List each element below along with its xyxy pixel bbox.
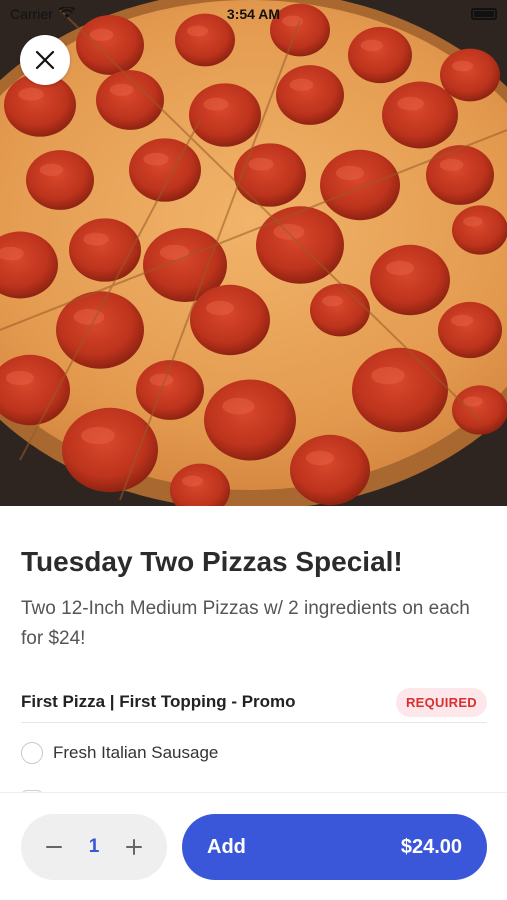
pepperoni-slice [382, 81, 458, 149]
battery-icon [471, 8, 497, 20]
pepperoni-slice [352, 347, 448, 433]
pepperoni-highlight [360, 39, 384, 52]
option-label: Fresh Italian Sausage [53, 743, 219, 762]
pepperoni-highlight [143, 152, 169, 166]
carrier-info: Carrier [10, 5, 76, 22]
pepperoni-highlight [397, 96, 424, 111]
status-bar: Carrier 3:54 AM [0, 0, 507, 28]
decrement-button[interactable] [43, 836, 65, 858]
pepperoni-highlight [306, 450, 334, 466]
section-divider [21, 722, 487, 723]
pizza-illustration [0, 0, 507, 506]
wifi-icon [58, 5, 76, 22]
pepperoni-slice [234, 143, 306, 207]
pepperoni-slice [370, 244, 450, 316]
item-title: Tuesday Two Pizzas Special! [21, 546, 403, 577]
pepperoni-highlight [371, 366, 405, 385]
pepperoni-slice [290, 434, 370, 506]
pepperoni-highlight [289, 78, 314, 91]
required-badge: REQUIRED [395, 687, 487, 717]
pepperoni-slice [438, 301, 502, 359]
pepperoni-highlight [206, 300, 234, 316]
pepperoni-slice [452, 385, 507, 435]
bottom-action-bar: 1 Add $24.00 [0, 792, 507, 900]
pepperoni-slice [426, 145, 494, 205]
close-button[interactable] [20, 35, 70, 85]
pepperoni-highlight [81, 426, 115, 445]
pepperoni-highlight [463, 216, 483, 227]
minus-icon [46, 846, 62, 848]
pepperoni-slice [62, 407, 158, 493]
pepperoni-slice [189, 83, 261, 147]
pepperoni-highlight [222, 397, 255, 415]
pepperoni-slice [190, 284, 270, 356]
pepperoni-highlight [273, 223, 305, 240]
pepperoni-highlight [149, 373, 174, 386]
pepperoni-highlight [182, 475, 203, 487]
pepperoni-highlight [6, 370, 34, 386]
add-button-price: $24.00 [400, 835, 462, 858]
pepperoni-highlight [39, 163, 64, 176]
pepperoni-highlight [450, 314, 474, 327]
item-description: Two 12-Inch Medium Pizzas w/ 2 ingredien… [21, 598, 470, 649]
pepperoni-highlight [439, 158, 464, 171]
pepperoni-slice [204, 379, 296, 461]
pepperoni-slice [129, 138, 201, 202]
pepperoni-highlight [203, 97, 229, 111]
pepperoni-slice [320, 149, 400, 221]
item-hero-image [0, 0, 507, 506]
quantity-value: 1 [88, 836, 100, 857]
close-icon [35, 50, 55, 70]
radio-button[interactable] [21, 742, 43, 764]
pepperoni-highlight [386, 260, 414, 276]
pepperoni-highlight [336, 165, 364, 181]
add-button-label: Add [207, 835, 246, 858]
status-time: 3:54 AM [226, 6, 281, 22]
carrier-label: Carrier [10, 6, 53, 22]
plus-icon [125, 839, 142, 855]
pepperoni-highlight [248, 157, 274, 171]
pepperoni-slice [452, 205, 507, 255]
add-to-cart-button[interactable]: Add $24.00 [182, 814, 487, 880]
pepperoni-slice [348, 26, 412, 84]
pepperoni-highlight [89, 28, 114, 41]
option-fresh-italian-sausage[interactable]: Fresh Italian Sausage [21, 742, 218, 764]
pepperoni-slice [310, 283, 370, 337]
pepperoni-highlight [18, 87, 44, 101]
pepperoni-highlight [83, 232, 109, 246]
pepperoni-highlight [109, 83, 134, 96]
pepperoni-slice [26, 150, 94, 210]
pepperoni-highlight [322, 295, 343, 307]
increment-button[interactable] [123, 836, 145, 858]
modifier-section-header: First Pizza | First Topping - Promo REQU… [21, 684, 487, 720]
quantity-stepper: 1 [21, 814, 167, 880]
modifier-section-title: First Pizza | First Topping - Promo [21, 692, 296, 711]
pepperoni-highlight [452, 60, 473, 72]
pepperoni-slice [276, 65, 344, 125]
